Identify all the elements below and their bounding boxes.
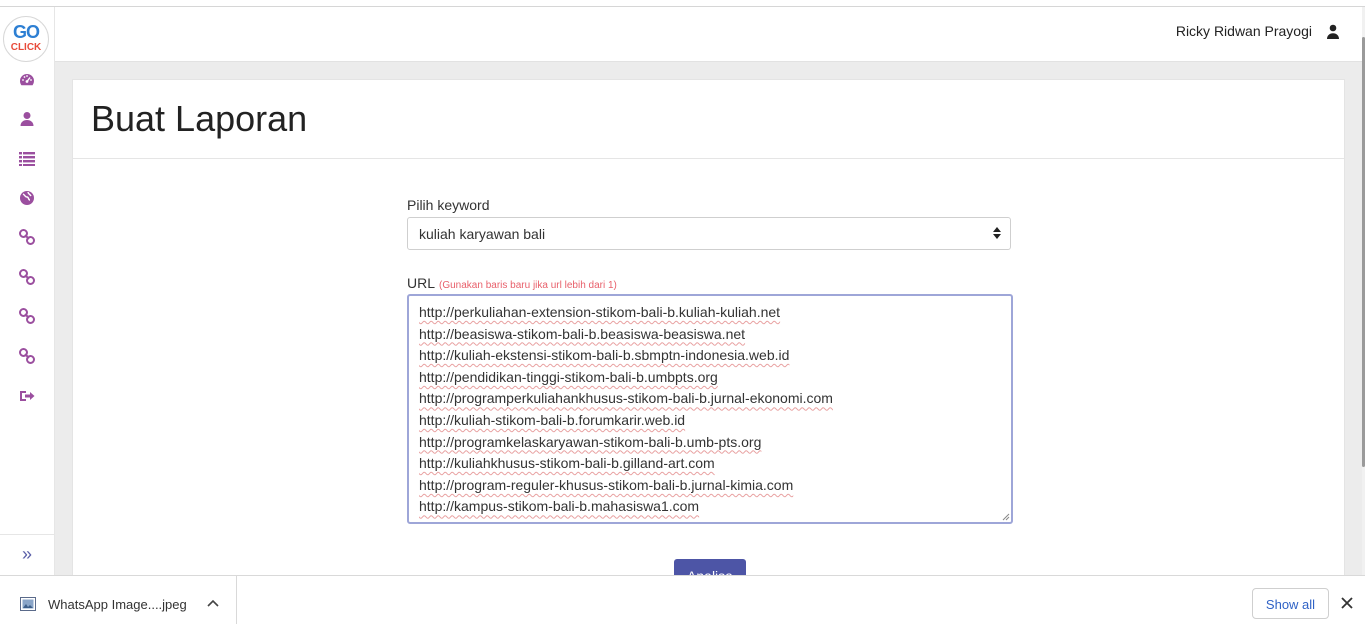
card-divider <box>73 158 1344 159</box>
globe-icon[interactable] <box>16 187 38 209</box>
expand-sidebar-icon[interactable]: » <box>16 543 38 565</box>
download-file-name: WhatsApp Image....jpeg <box>48 597 187 612</box>
download-bar: WhatsApp Image....jpeg Show all <box>0 575 1365 624</box>
page-title: Buat Laporan <box>91 98 308 139</box>
brand-logo[interactable]: GO CLICK <box>3 16 49 62</box>
user-icon[interactable] <box>16 108 38 130</box>
dashboard-icon[interactable] <box>16 69 38 91</box>
report-card: Buat Laporan Pilih keyword kuliah karyaw… <box>72 79 1345 599</box>
url-line: http://kuliah-stikom-bali-b.forumkarir.w… <box>419 411 686 428</box>
select-arrows-icon <box>993 227 1001 239</box>
url-line: http://program-reguler-khusus-stikom-bal… <box>419 476 794 493</box>
logout-icon[interactable] <box>16 385 38 407</box>
sidebar: GO CLICK » <box>0 7 55 575</box>
url-line: http://perkuliahan-extension-stikom-bali… <box>419 304 781 320</box>
url-line: http://kuliahkhusus-stikom-bali-b.gillan… <box>419 455 715 472</box>
top-header: Ricky Ridwan Prayogi <box>55 7 1362 62</box>
browser-top-edge <box>0 0 1365 7</box>
logo-text-bottom: CLICK <box>10 42 42 53</box>
url-textarea[interactable]: http://perkuliahan-extension-stikom-bali… <box>407 294 1013 524</box>
url-line: http://programkelaskaryawan-stikom-bali-… <box>419 433 762 450</box>
url-line: http://kuliah-ekstensi-stikom-bali-b.sbm… <box>419 347 790 364</box>
logo-text-top: GO <box>12 22 40 42</box>
url-line: http://programperkuliahankhusus-stikom-b… <box>419 390 833 407</box>
link-icon[interactable] <box>16 305 38 327</box>
sidebar-divider <box>0 534 54 535</box>
url-line: http://kampus-stikom-bali-b.mahasiswa1.c… <box>419 498 700 515</box>
link-icon[interactable] <box>16 266 38 288</box>
close-icon[interactable] <box>1340 596 1354 610</box>
url-list: http://perkuliahan-extension-stikom-bali… <box>419 302 833 518</box>
user-name[interactable]: Ricky Ridwan Prayogi <box>1176 23 1312 39</box>
image-file-icon <box>20 597 36 611</box>
keyword-label: Pilih keyword <box>407 197 490 213</box>
chevron-up-icon[interactable] <box>207 599 219 607</box>
list-icon[interactable] <box>16 147 38 169</box>
link-icon[interactable] <box>16 226 38 248</box>
url-line: http://beasiswa-stikom-bali-b.beasiswa-b… <box>419 325 746 342</box>
show-all-button[interactable]: Show all <box>1252 588 1329 619</box>
resize-handle-icon[interactable] <box>1002 513 1010 521</box>
url-label: URL (Gunakan baris baru jika url lebih da… <box>407 275 617 291</box>
url-line: http://pendidikan-tinggi-stikom-bali-b.u… <box>419 368 718 385</box>
link-icon[interactable] <box>16 345 38 367</box>
user-menu-icon[interactable] <box>1326 24 1340 40</box>
main-content: Buat Laporan Pilih keyword kuliah karyaw… <box>55 62 1362 599</box>
url-label-text: URL <box>407 275 436 291</box>
url-hint: (Gunakan baris baru jika url lebih dari … <box>439 280 617 291</box>
keyword-select[interactable]: kuliah karyawan bali <box>407 217 1011 250</box>
download-item[interactable]: WhatsApp Image....jpeg <box>0 576 237 624</box>
keyword-select-value: kuliah karyawan bali <box>419 226 546 242</box>
